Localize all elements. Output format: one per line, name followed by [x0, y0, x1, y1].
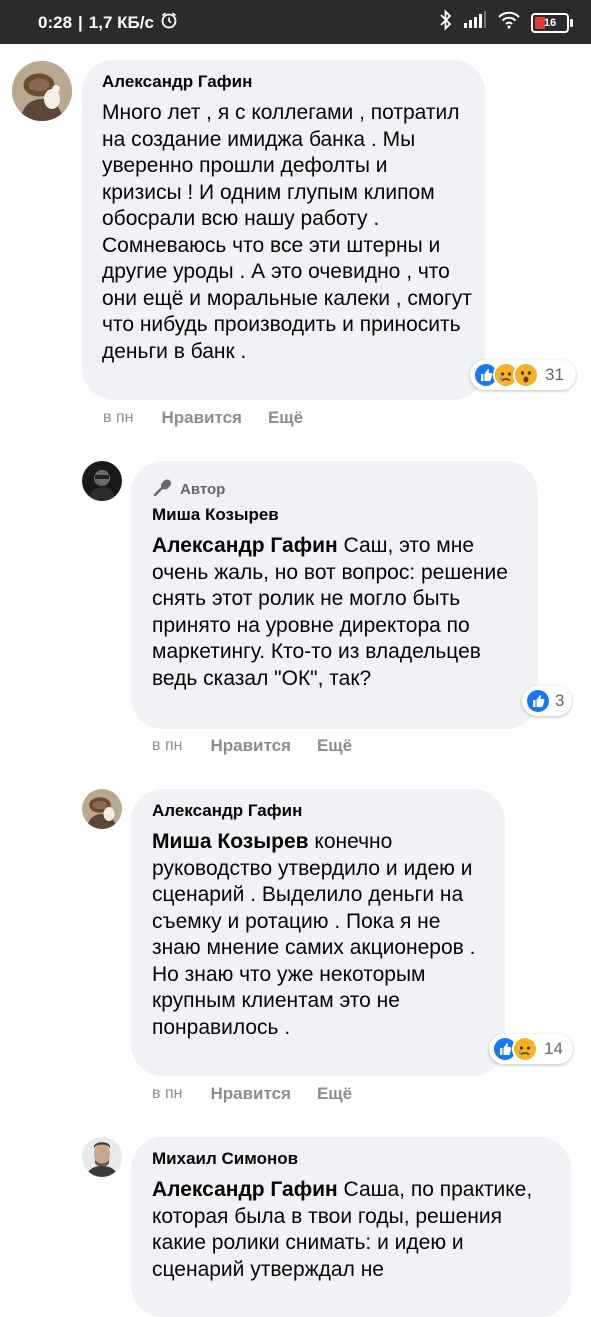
signal-icon	[463, 11, 487, 34]
comment-author[interactable]: Александр Гафин	[152, 801, 302, 821]
reaction-count: 31	[545, 365, 564, 384]
avatar[interactable]	[82, 1137, 122, 1177]
comment-actions: в пн Нравится Ещё	[103, 408, 303, 428]
comment-time[interactable]: в пн	[152, 737, 182, 755]
author-badge: Автор	[152, 477, 225, 501]
battery-icon: 16	[531, 12, 573, 33]
avatar[interactable]	[82, 461, 122, 501]
mention-link[interactable]: Александр Гафин	[152, 1178, 338, 1201]
reaction-count: 14	[544, 1039, 563, 1058]
reactions-summary[interactable]: 3	[522, 686, 572, 716]
microphone-icon	[152, 477, 174, 501]
reaction-count: 3	[555, 691, 565, 710]
comment-time[interactable]: в пн	[152, 1085, 182, 1103]
more-button[interactable]: Ещё	[268, 408, 303, 428]
comment-author[interactable]: Александр Гафин	[102, 72, 252, 92]
like-button[interactable]: Нравится	[210, 1084, 291, 1104]
alarm-icon	[160, 11, 178, 34]
comment-time[interactable]: в пн	[103, 409, 133, 427]
comment-actions: в пн Нравится Ещё	[152, 1084, 352, 1104]
comment-text: Александр Гафин Саша, по практике, котор…	[152, 1178, 533, 1281]
more-button[interactable]: Ещё	[317, 736, 352, 756]
like-button[interactable]: Нравится	[210, 736, 291, 756]
bluetooth-icon	[439, 9, 453, 36]
comment-actions: в пн Нравится Ещё	[152, 736, 352, 756]
comment-author[interactable]: Михаил Симонов	[152, 1149, 298, 1169]
wow-icon	[513, 362, 539, 388]
status-time: 0:28	[38, 12, 73, 32]
wifi-icon	[497, 11, 521, 34]
more-button[interactable]: Ещё	[317, 1084, 352, 1104]
status-bar: 0:28 | 1,7 КБ/с 16	[0, 0, 591, 44]
comment-text: Миша Козырев конечно руководство утверди…	[152, 830, 476, 1039]
like-icon	[525, 688, 551, 714]
network-speed: 1,7 КБ/с	[88, 12, 154, 32]
avatar[interactable]	[82, 789, 122, 829]
mention-link[interactable]: Александр Гафин	[152, 534, 338, 557]
mention-link[interactable]: Миша Козырев	[152, 830, 309, 853]
comment-text: Много лет , я с коллегами , потратил на …	[102, 101, 472, 363]
reactions-summary[interactable]: 31	[470, 360, 576, 390]
reactions-summary[interactable]: 14	[489, 1034, 573, 1064]
comment-text: Александр Гафин Саш, это мне очень жаль,…	[152, 534, 508, 690]
comment-author[interactable]: Миша Козырев	[152, 505, 279, 525]
sad-icon	[512, 1036, 538, 1062]
avatar[interactable]	[12, 61, 72, 121]
like-button[interactable]: Нравится	[161, 408, 242, 428]
